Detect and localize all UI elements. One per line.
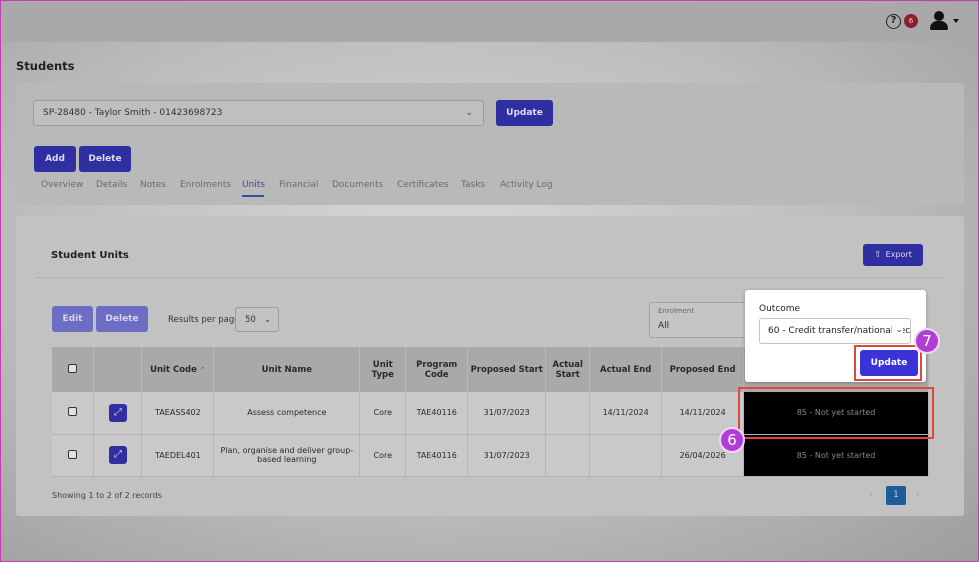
tab-activity-log[interactable]: Activity Log xyxy=(500,180,553,190)
pagination-next[interactable]: › xyxy=(916,490,920,500)
app-window: ? 6 Students SP-28480 - Taylor Smith - 0… xyxy=(0,0,979,562)
pagination-prev[interactable]: ‹ xyxy=(869,490,873,500)
help-icon[interactable]: ? xyxy=(886,14,901,29)
outcome-select-value: 60 - Credit transfer/national recognitio… xyxy=(768,326,911,336)
enrolment-filter[interactable]: Enrolment All xyxy=(649,302,749,338)
tab-financial[interactable]: Financial xyxy=(279,180,318,190)
column-header-unit-type[interactable]: Unit Type xyxy=(359,347,407,392)
student-select-value: SP-28480 - Taylor Smith - 01423698723 xyxy=(43,108,223,118)
records-summary: Showing 1 to 2 of 2 records xyxy=(52,491,162,500)
enrolment-filter-value: All xyxy=(658,321,670,331)
column-header-actual-start[interactable]: Actual Start xyxy=(545,347,591,392)
column-header-proposed-end[interactable]: Proposed End xyxy=(661,347,745,392)
outcome-label: Outcome xyxy=(759,304,801,314)
expand-cell: ⤢ xyxy=(93,434,143,477)
row-checkbox-cell xyxy=(52,392,95,435)
expand-icon[interactable]: ⤢ xyxy=(108,446,127,464)
unit-name-cell: Plan, organise and deliver group-based l… xyxy=(213,434,361,477)
program-code-cell: TAE40116 xyxy=(405,434,469,477)
expand-header xyxy=(93,347,143,392)
expand-cell: ⤢ xyxy=(93,392,143,435)
outcome-cell[interactable]: 85 - Not yet started xyxy=(743,434,929,477)
column-header-proposed-start[interactable]: Proposed Start xyxy=(467,347,547,392)
units-delete-button[interactable]: Delete xyxy=(96,306,148,332)
chevron-down-icon: ⌄ xyxy=(264,315,271,324)
rows-per-page-select[interactable]: 50 ⌄ xyxy=(235,307,279,332)
unit-type-cell: Core xyxy=(359,392,407,435)
tab-details[interactable]: Details xyxy=(96,180,127,190)
export-button[interactable]: ⇧ Export xyxy=(863,244,923,266)
chevron-down-icon: ⌄ xyxy=(892,325,903,335)
unit-code-cell: TAEDEL401 xyxy=(141,434,215,477)
unit-type-cell: Core xyxy=(359,434,407,477)
user-menu-caret-icon[interactable] xyxy=(953,19,959,23)
expand-icon[interactable]: ⤢ xyxy=(108,403,127,422)
tab-overview[interactable]: Overview xyxy=(41,180,83,190)
notification-badge[interactable]: 6 xyxy=(904,14,918,28)
top-bar xyxy=(2,2,978,42)
actual-end-cell xyxy=(589,434,663,477)
student-update-button[interactable]: Update xyxy=(496,100,553,126)
actual-start-cell xyxy=(545,392,591,435)
column-header-unit-code[interactable]: Unit Code ⌃ xyxy=(141,347,215,392)
section-divider xyxy=(36,277,944,278)
select-all-checkbox[interactable] xyxy=(68,363,78,373)
section-title: Student Units xyxy=(51,250,129,261)
tab-enrolments[interactable]: Enrolments xyxy=(180,180,231,190)
pagination-page[interactable]: 1 xyxy=(886,486,906,505)
chevron-down-icon: ⌄ xyxy=(465,108,473,118)
highlight-box-update xyxy=(854,345,922,381)
edit-button[interactable]: Edit xyxy=(52,306,93,332)
table-row[interactable]: ⤢ TAEDEL401 Plan, organise and deliver g… xyxy=(52,434,929,477)
tab-notes[interactable]: Notes xyxy=(140,180,166,190)
enrolment-filter-label: Enrolment xyxy=(658,307,695,315)
rows-per-page-value: 50 xyxy=(245,315,256,325)
select-all-cell xyxy=(52,347,95,392)
row-checkbox[interactable] xyxy=(68,407,78,417)
outcome-select[interactable]: 60 - Credit transfer/national recognitio… xyxy=(759,318,911,344)
tab-certificates[interactable]: Certificates xyxy=(397,180,448,190)
proposed-start-cell: 31/07/2023 xyxy=(467,434,547,477)
highlight-box-outcome xyxy=(738,387,934,439)
export-label: Export xyxy=(885,250,912,259)
user-avatar-icon[interactable] xyxy=(929,11,949,31)
sort-asc-icon: ⌃ xyxy=(199,365,206,374)
actual-start-cell xyxy=(545,434,591,477)
tab-units[interactable]: Units xyxy=(242,180,265,190)
tab-tasks[interactable]: Tasks xyxy=(461,180,485,190)
add-button[interactable]: Add xyxy=(34,146,76,172)
unit-name-cell: Assess competence xyxy=(213,392,361,435)
step-marker-7: 7 xyxy=(914,328,940,354)
proposed-start-cell: 31/07/2023 xyxy=(467,392,547,435)
page-title: Students xyxy=(16,59,75,73)
active-tab-underline xyxy=(242,195,264,197)
program-code-cell: TAE40116 xyxy=(405,392,469,435)
actual-end-cell: 14/11/2024 xyxy=(589,392,663,435)
export-icon: ⇧ xyxy=(874,250,882,260)
column-header-unit-name[interactable]: Unit Name xyxy=(213,347,361,392)
unit-code-cell: TAEASS402 xyxy=(141,392,215,435)
step-marker-6: 6 xyxy=(719,427,745,453)
row-checkbox-cell xyxy=(52,434,95,477)
column-header-program-code[interactable]: Program Code xyxy=(405,347,469,392)
delete-button[interactable]: Delete xyxy=(79,146,131,172)
column-header-actual-end[interactable]: Actual End xyxy=(589,347,663,392)
row-checkbox[interactable] xyxy=(68,449,78,459)
tab-documents[interactable]: Documents xyxy=(332,180,383,190)
rows-per-page-label: Results per page xyxy=(168,315,240,325)
student-select[interactable]: SP-28480 - Taylor Smith - 01423698723 ⌄ xyxy=(33,100,484,126)
